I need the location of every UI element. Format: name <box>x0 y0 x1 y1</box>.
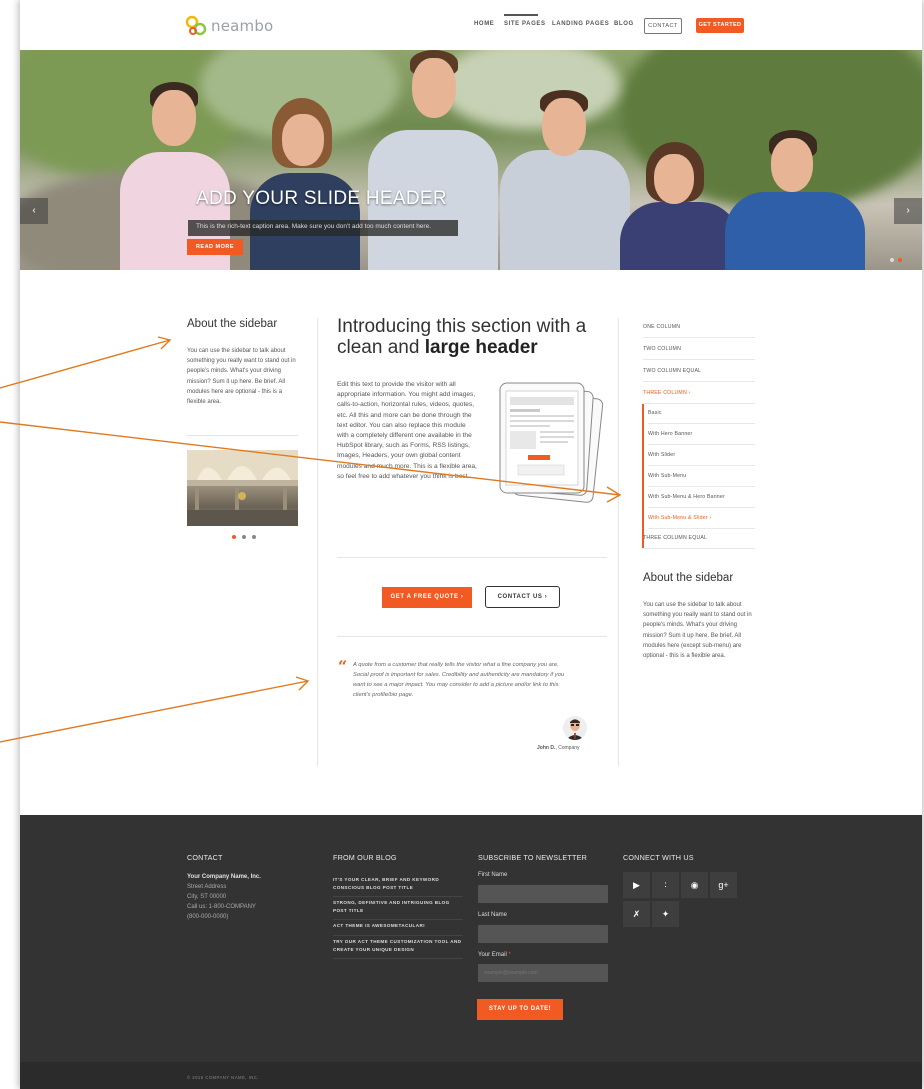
nav-get-started-button[interactable]: GET STARTED <box>696 18 744 33</box>
site-header: neambo HOME SITE PAGES LANDING PAGES BLO… <box>20 0 922 50</box>
main-nav: HOME SITE PAGES LANDING PAGES BLOG CONTA… <box>474 14 754 38</box>
section-heading: Introducing this section with a clean an… <box>337 316 597 358</box>
testimonial-author: John D., Company <box>537 745 580 751</box>
submenu-hero-banner[interactable]: With Hero Banner <box>648 424 755 445</box>
right-sidebar-title: About the sidebar <box>643 572 734 584</box>
slider-dot-active[interactable] <box>898 258 902 262</box>
slide-caption: This is the rich-text caption area. Make… <box>196 223 432 230</box>
sidebar-menu-three-column[interactable]: THREE COLUMN › <box>643 383 755 404</box>
person-5 <box>620 142 740 270</box>
column-divider <box>317 318 318 766</box>
copyright: © 2015 COMPANY NAME, INC. <box>187 1075 259 1080</box>
logo-mark-icon <box>185 15 207 36</box>
last-name-label: Last Name <box>478 912 508 918</box>
hero-slider: ‹ › ADD YOUR SLIDE HEADER This is the ri… <box>20 50 922 270</box>
submenu-sub-menu[interactable]: With Sub-Menu <box>648 466 755 487</box>
heading-bold: large header <box>424 337 538 358</box>
pinterest-icon[interactable]: ◉ <box>681 872 708 898</box>
nav-site-pages[interactable]: SITE PAGES <box>504 21 546 27</box>
submenu-sub-menu-slider[interactable]: With Sub-Menu & Slider › <box>648 508 755 529</box>
xing-icon[interactable]: ✗ <box>623 901 650 927</box>
google-plus-icon[interactable]: g+ <box>710 872 737 898</box>
chevron-right-icon: › <box>906 205 910 216</box>
chevron-left-icon: ‹ <box>32 205 36 216</box>
left-sidebar-text: You can use the sidebar to talk about so… <box>187 348 296 406</box>
footer-contact-title: CONTACT <box>187 853 223 862</box>
youtube-icon[interactable]: ▶ <box>623 872 650 898</box>
footer-newsletter-title: SUBSCRIBE TO NEWSLETTER <box>478 853 587 862</box>
sidebar-menu-two-column[interactable]: TWO COLUMN <box>643 339 755 360</box>
author-name: John D. <box>537 745 556 751</box>
person-3 <box>368 50 498 270</box>
sidebar-menu-two-column-equal[interactable]: TWO COLUMN EQUAL <box>643 361 755 382</box>
slide-caption-box: This is the rich-text caption area. Make… <box>188 220 458 236</box>
footer-blog-post[interactable]: IT'S YOUR CLEAR, BRIEF AND KEYWORD CONSC… <box>333 876 463 897</box>
right-sidebar-text: You can use the sidebar to talk about so… <box>643 602 752 660</box>
footer-blog-post[interactable]: ACT THEME IS AWESOMETACULAR! <box>333 922 463 936</box>
email-label-text: Your Email <box>478 952 507 958</box>
footer-address: Street Address <box>187 884 227 890</box>
person-6 <box>725 130 865 270</box>
image-dot-active[interactable] <box>232 535 236 539</box>
image-dot[interactable] <box>242 535 246 539</box>
slide-header: ADD YOUR SLIDE HEADER <box>196 188 447 209</box>
station-image <box>187 450 298 526</box>
divider <box>337 557 607 558</box>
email-label: Your Email * <box>478 952 511 958</box>
required-marker: * <box>508 952 511 958</box>
nav-contact-button[interactable]: CONTACT <box>644 18 682 34</box>
column-divider <box>618 318 619 766</box>
logo-text: neambo <box>211 17 274 35</box>
nav-active-indicator <box>504 14 538 16</box>
contact-us-button[interactable]: CONTACT US › <box>485 586 560 608</box>
subscribe-button[interactable]: STAY UP TO DATE! <box>477 999 563 1020</box>
email-input[interactable] <box>478 964 608 982</box>
quote-icon: “ <box>338 657 348 676</box>
footer-blog-post[interactable]: TRY OUR ACT THEME CUSTOMIZATION TOOL AND… <box>333 938 463 959</box>
first-name-input[interactable] <box>478 885 608 903</box>
twitter-icon[interactable]: ✦ <box>652 901 679 927</box>
logo[interactable]: neambo <box>185 14 273 38</box>
sidebar-menu-three-column-equal[interactable]: THREE COLUMN EQUAL <box>643 528 755 549</box>
nav-home[interactable]: HOME <box>474 21 494 27</box>
divider <box>187 435 298 436</box>
footer-phone: (800-000-0000) <box>187 914 229 920</box>
left-sidebar-title: About the sidebar <box>187 318 278 330</box>
footer-connect-title: CONNECT WITH US <box>623 853 694 862</box>
slider-next-button[interactable]: › <box>894 198 922 224</box>
page-frame: neambo HOME SITE PAGES LANDING PAGES BLO… <box>20 0 922 1089</box>
image-dot[interactable] <box>252 535 256 539</box>
testimonial-text: A quote from a customer that really tell… <box>353 662 565 698</box>
tablet-illustration <box>488 375 610 507</box>
submenu-basic[interactable]: Basic <box>648 403 755 424</box>
footer-city: City, ST 00000 <box>187 894 227 900</box>
footer-blog-post[interactable]: STRONG, DEFINITIVE AND INTRIGUING BLOG P… <box>333 899 463 920</box>
author-company: , Company <box>555 745 580 751</box>
submenu-slider[interactable]: With Slider <box>648 445 755 466</box>
read-more-button[interactable]: READ MORE <box>187 239 243 255</box>
first-name-label: First Name <box>478 872 508 878</box>
submenu-sub-menu-hero-banner[interactable]: With Sub-Menu & Hero Banner <box>648 487 755 508</box>
section-body-text: Edit this text to provide the visitor wi… <box>337 381 477 480</box>
rss-icon[interactable]: ∶ <box>652 872 679 898</box>
divider <box>337 636 607 637</box>
person-4 <box>490 90 640 270</box>
submenu-indicator <box>642 404 644 548</box>
footer-company-name: Your Company Name, Inc. <box>187 874 261 880</box>
person-2 <box>250 98 360 270</box>
author-avatar <box>563 716 587 740</box>
nav-blog[interactable]: BLOG <box>614 21 634 27</box>
footer-call: Call us: 1-800-COMPANY <box>187 904 256 910</box>
slider-dot[interactable] <box>890 258 894 262</box>
nav-landing-pages[interactable]: LANDING PAGES <box>552 21 609 27</box>
footer-bottom-bar <box>20 1062 922 1089</box>
sidebar-menu-one-column[interactable]: ONE COLUMN <box>643 317 755 338</box>
slider-prev-button[interactable]: ‹ <box>20 198 48 224</box>
footer-blog-title: FROM OUR BLOG <box>333 853 397 862</box>
get-quote-button[interactable]: GET A FREE QUOTE › <box>382 587 472 608</box>
site-footer <box>20 815 922 1089</box>
last-name-input[interactable] <box>478 925 608 943</box>
